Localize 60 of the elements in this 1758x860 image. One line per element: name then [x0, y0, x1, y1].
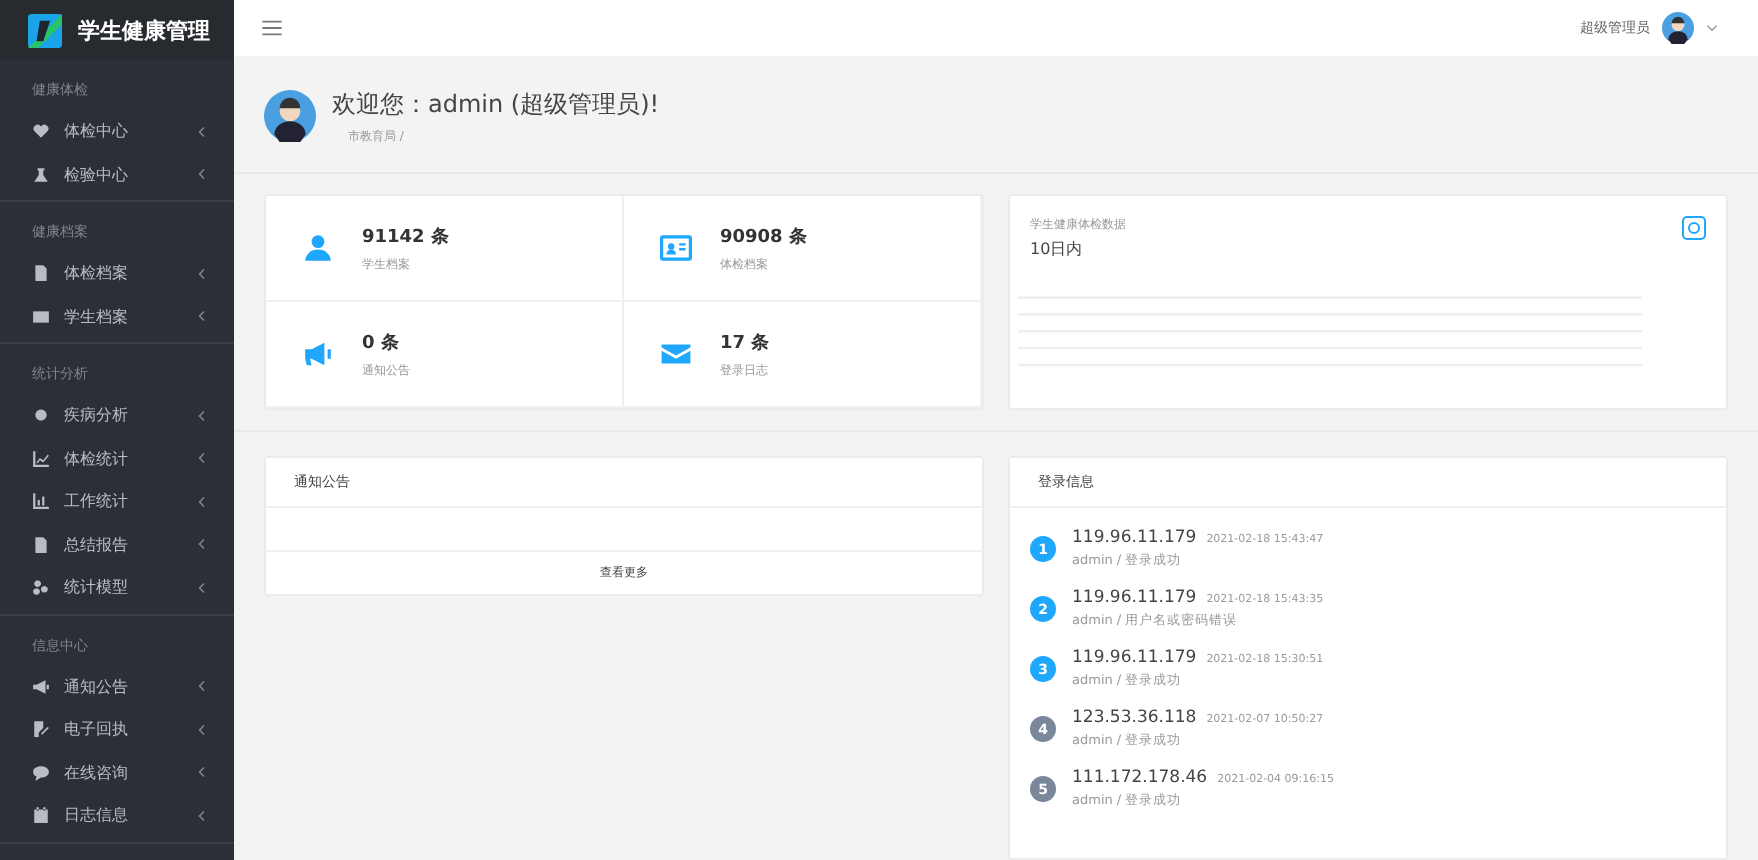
avatar-icon	[264, 90, 316, 143]
bar-chart-icon	[32, 492, 50, 511]
chevron-left-icon	[196, 809, 206, 822]
ip-address: 119.96.11.179	[1072, 648, 1197, 668]
chevron-left-icon	[196, 267, 206, 280]
line-chart-icon	[32, 449, 50, 468]
stat-value: 90908 条	[720, 225, 807, 249]
chevron-left-icon	[196, 680, 206, 693]
sidebar-item[interactable]: 在线咨询	[0, 751, 234, 794]
person-icon	[302, 232, 334, 264]
chevron-left-icon	[196, 168, 206, 181]
sidebar-item[interactable]: 检验中心	[0, 153, 234, 196]
chevron-left-icon	[196, 538, 206, 551]
sidebar-item[interactable]: 学生档案	[0, 295, 234, 338]
document-icon	[32, 264, 50, 283]
logo-icon	[28, 13, 62, 47]
stat-value: 91142 条	[362, 225, 449, 249]
sidebar-item[interactable]: 统计模型	[0, 566, 234, 609]
chevron-left-icon	[196, 495, 206, 508]
flask-icon	[32, 165, 50, 184]
chevron-left-icon	[196, 125, 206, 138]
sidebar-item[interactable]: 电子回执	[0, 708, 234, 751]
ip-address: 119.96.11.179	[1072, 528, 1197, 548]
sidebar-item[interactable]: 体检中心	[0, 110, 234, 153]
app-title: 学生健康管理	[78, 15, 210, 45]
sidebar-item[interactable]: 体检统计	[0, 437, 234, 480]
avatar-icon[interactable]	[1662, 12, 1694, 45]
ip-address: 119.96.11.179	[1072, 588, 1197, 608]
chevron-left-icon	[196, 581, 206, 594]
sidebar-item[interactable]: 总结报告	[0, 523, 234, 566]
refresh-icon[interactable]	[1682, 216, 1706, 240]
chevron-left-icon	[196, 766, 206, 779]
id-card-icon	[660, 232, 692, 264]
envelope-icon	[660, 338, 692, 370]
ip-address: 111.172.178.46	[1072, 768, 1208, 788]
chevron-left-icon	[196, 310, 206, 323]
welcome-title: 欢迎您：admin (超级管理员)!	[332, 87, 660, 122]
megaphone-icon	[302, 338, 334, 370]
sidebar-item[interactable]: 日志信息	[0, 794, 234, 837]
sidebar-item[interactable]: 通知公告	[0, 665, 234, 708]
sidebar-item[interactable]: 体检档案	[0, 252, 234, 295]
chevron-left-icon	[196, 409, 206, 422]
circles-icon	[32, 578, 50, 597]
caret-icon[interactable]	[1706, 24, 1718, 33]
card-icon	[32, 307, 50, 326]
chevron-left-icon	[196, 723, 206, 736]
ip-address: 123.53.36.118	[1072, 708, 1197, 728]
document-icon	[32, 535, 50, 554]
chat-icon	[32, 763, 50, 782]
stat-value: 17 条	[720, 331, 770, 355]
calendar-icon	[32, 806, 50, 825]
chart-period: 10日内	[1030, 238, 1085, 260]
heart-icon	[32, 122, 50, 141]
megaphone-icon	[32, 677, 50, 696]
chevron-left-icon	[196, 452, 206, 465]
sidebar-item[interactable]: 疾病分析	[0, 394, 234, 437]
menu-icon[interactable]	[262, 20, 282, 37]
edit-icon	[32, 720, 50, 739]
stat-value: 0 条	[362, 331, 401, 355]
sidebar-item[interactable]: 工作统计	[0, 480, 234, 523]
